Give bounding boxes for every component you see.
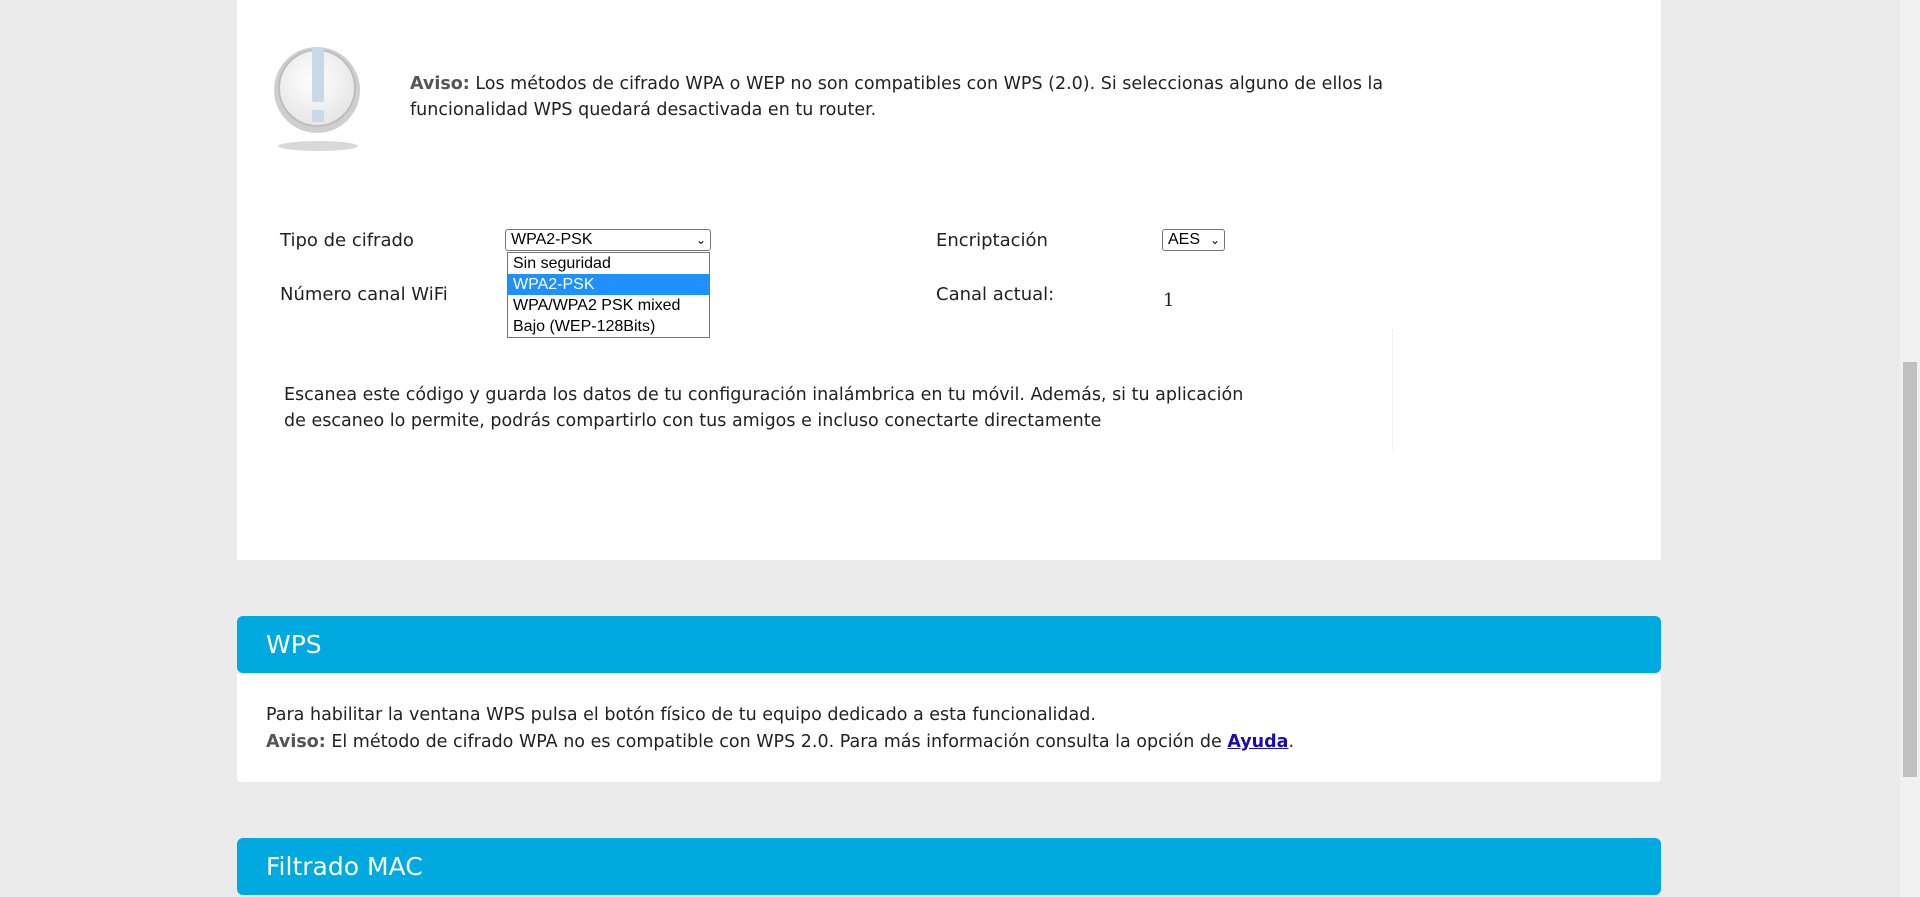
cipher-type-value: WPA2-PSK [511,231,593,248]
wifi-settings-panel: Aviso: Los métodos de cifrado WPA o WEP … [237,0,1661,560]
chevron-down-icon: ⌄ [1209,233,1220,247]
page-scrollbar[interactable] [1900,0,1920,897]
cipher-option-wep-128[interactable]: Bajo (WEP-128Bits) [508,316,709,337]
cipher-option-wpa2-psk[interactable]: WPA2-PSK [508,274,709,295]
cipher-type-label: Tipo de cifrado [280,230,414,251]
cipher-type-dropdown[interactable]: Sin seguridad WPA2-PSK WPA/WPA2 PSK mixe… [507,252,710,338]
warning-exclamation-icon [274,47,360,151]
scrollbar-thumb[interactable] [1903,362,1917,777]
wps-aviso-text: El método de cifrado WPA no es compatibl… [325,732,1228,752]
wps-title: WPS [266,630,322,659]
warning-body: Los métodos de cifrado WPA o WEP no son … [410,74,1384,120]
cipher-option-wpa-wpa2-mixed[interactable]: WPA/WPA2 PSK mixed [508,295,709,316]
warning-label: Aviso: [410,74,470,94]
help-link[interactable]: Ayuda [1227,732,1288,752]
cipher-type-select[interactable]: WPA2-PSK ⌄ [505,229,711,251]
wps-description: Para habilitar la ventana WPS pulsa el b… [266,702,1566,756]
wps-compatibility-warning: Aviso: Los métodos de cifrado WPA o WEP … [410,71,1470,123]
mac-filter-title: Filtrado MAC [266,852,423,881]
wps-section-header: WPS [237,616,1661,673]
encryption-value: AES [1168,231,1201,248]
wifi-channel-label: Número canal WiFi [280,284,448,305]
wps-aviso-label: Aviso: [266,732,326,752]
encryption-select[interactable]: AES ⌄ [1162,229,1225,251]
qr-code-description: Escanea este código y guarda los datos d… [284,385,1244,431]
current-channel-label: Canal actual: [936,284,1055,305]
qr-code-area [1392,330,1633,452]
wps-line-1: Para habilitar la ventana WPS pulsa el b… [266,705,1096,725]
current-channel-value: 1 [1163,290,1175,311]
wps-line-2: Aviso: El método de cifrado WPA no es co… [266,729,1566,756]
wps-line-end: . [1288,732,1295,752]
cipher-option-none[interactable]: Sin seguridad [508,253,709,274]
wps-panel: Para habilitar la ventana WPS pulsa el b… [237,674,1661,782]
chevron-down-icon: ⌄ [695,233,706,247]
encryption-label: Encriptación [936,230,1048,251]
mac-filter-section-header[interactable]: Filtrado MAC [237,838,1661,895]
